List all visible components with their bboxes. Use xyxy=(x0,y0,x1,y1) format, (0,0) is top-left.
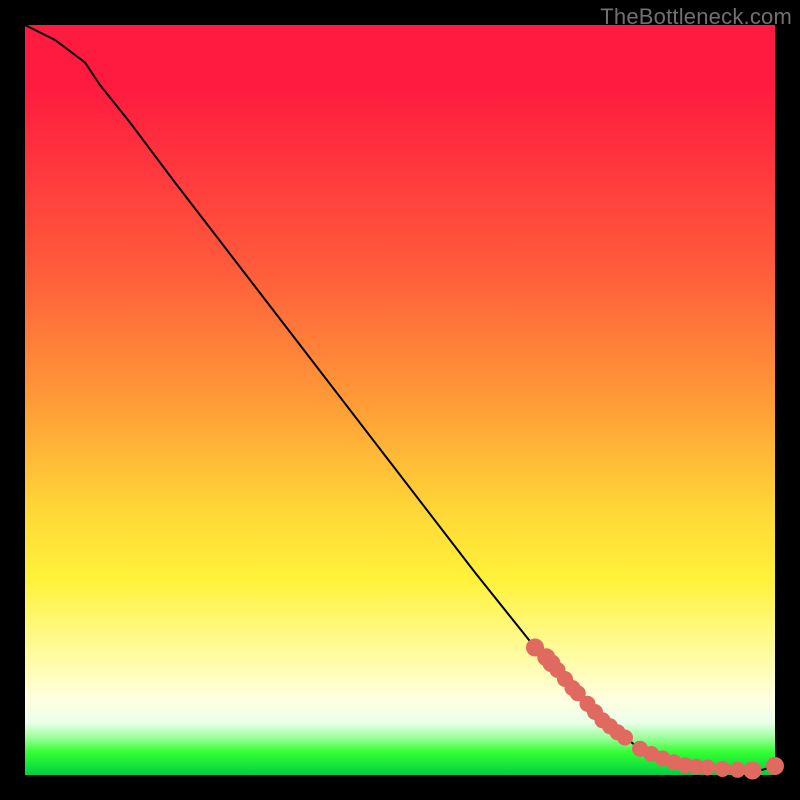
bottleneck-curve xyxy=(25,25,775,771)
data-marker xyxy=(744,762,762,780)
chart-overlay xyxy=(25,25,775,775)
data-marker xyxy=(730,762,746,778)
marker-group xyxy=(526,639,784,780)
data-marker xyxy=(715,761,731,777)
data-marker xyxy=(617,730,633,746)
chart-stage: TheBottleneck.com xyxy=(0,0,800,800)
watermark-text: TheBottleneck.com xyxy=(600,4,792,30)
plot-area xyxy=(25,25,775,775)
data-marker xyxy=(700,760,716,776)
data-marker xyxy=(766,757,784,775)
